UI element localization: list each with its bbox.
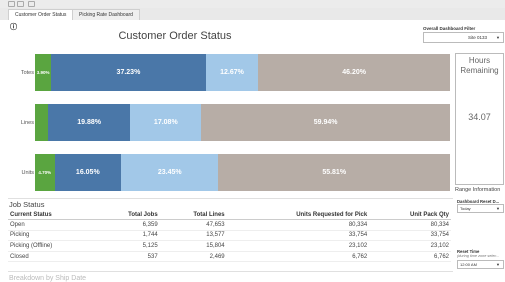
table-cell: 23,102: [226, 240, 370, 252]
table-row[interactable]: Closed 537 2,469 6,762 6,762: [8, 251, 451, 263]
column-header[interactable]: Total Lines: [159, 210, 227, 220]
table-cell: 33,754: [369, 230, 451, 242]
bar-segment[interactable]: 37.23%: [51, 54, 206, 91]
data-label: 3.90%: [36, 70, 50, 75]
filter-label: Overall Dashboard Filter: [423, 26, 476, 31]
page-title: Customer Order Status: [118, 30, 232, 42]
chevron-down-icon: ▼: [496, 262, 500, 267]
table-cell: 1,744: [95, 230, 160, 242]
bar-segment[interactable]: [35, 104, 48, 141]
bar-segment[interactable]: 16.05%: [54, 154, 122, 191]
table-cell: 15,804: [159, 240, 227, 252]
bar-segment[interactable]: 12.67%: [205, 54, 259, 91]
stacked-bar-chart: Totes 3.90% 37.23% 12.67% 46.20% Lines 19.88% 1…: [8, 53, 453, 196]
table-cell: 6,762: [369, 251, 451, 263]
table-cell: 5,125: [95, 240, 160, 252]
data-label: 37.23%: [116, 69, 141, 76]
column-header[interactable]: Total Jobs: [95, 210, 160, 220]
chevron-down-icon: ▼: [496, 206, 500, 211]
data-label: 59.94%: [313, 119, 338, 126]
section-title: Breakdown by Ship Date: [9, 275, 87, 282]
bar-segment[interactable]: 46.20%: [258, 54, 450, 91]
back-icon[interactable]: [8, 1, 15, 7]
table-row[interactable]: Picking (Offline) 5,125 15,804 23,102 23,102: [8, 240, 451, 252]
table-cell: Picking: [8, 230, 96, 242]
table-cell: 47,653: [159, 219, 227, 231]
reset-time-sublabel: (during time zone selec...: [457, 254, 500, 258]
table-row[interactable]: Open 6,359 47,653 80,334 80,334: [8, 219, 451, 231]
job-status-table: Current Status Total Jobs Total Lines Un…: [8, 210, 451, 263]
table-cell: 80,334: [226, 219, 370, 231]
reset-time-dropdown[interactable]: 12:00 AM ▼: [457, 260, 504, 269]
info-icon[interactable]: ⓘ: [10, 22, 17, 32]
data-label: 19.88%: [77, 119, 101, 126]
category-label-lines: Lines: [20, 120, 34, 126]
table-cell: 6,762: [226, 251, 370, 263]
bar-segment[interactable]: 23.45%: [121, 154, 219, 191]
column-header[interactable]: Units Requested for Pick: [226, 210, 370, 220]
table-cell: 33,754: [226, 230, 370, 242]
forward-icon[interactable]: [17, 1, 24, 7]
data-label: 55.81%: [322, 169, 347, 176]
category-label-units: Units: [21, 170, 34, 176]
hours-label-line2: Remaining: [460, 66, 499, 75]
table-header-row: Current Status Total Jobs Total Lines Un…: [8, 210, 451, 220]
hours-remaining-value: 34.07: [468, 112, 491, 122]
bar-segment[interactable]: 55.81%: [218, 154, 450, 191]
hours-remaining-label: Hours Remaining: [455, 56, 504, 76]
table-cell: 2,469: [159, 251, 227, 263]
hours-label-line1: Hours: [468, 56, 491, 65]
reset-date-value: Today: [460, 206, 471, 211]
table-cell: 80,334: [369, 219, 451, 231]
data-label: 16.05%: [75, 169, 100, 176]
divider: [8, 271, 453, 272]
site-filter-dropdown[interactable]: Site 0133 ▼: [423, 32, 504, 43]
category-label-totes: Totes: [20, 70, 34, 76]
bar-segment[interactable]: 59.94%: [201, 104, 450, 141]
data-label: 12.67%: [220, 69, 244, 76]
table-cell: Open: [8, 219, 96, 231]
chevron-down-icon: ▼: [496, 35, 500, 40]
data-label: 17.08%: [153, 119, 178, 126]
column-header[interactable]: Current Status: [8, 210, 96, 220]
bar-segment[interactable]: 4.70%: [35, 154, 55, 191]
divider: [8, 198, 453, 199]
table-cell: 23,102: [369, 240, 451, 252]
site-filter-value: Site 0133: [468, 35, 488, 40]
table-cell: 13,577: [159, 230, 227, 242]
table-row[interactable]: Picking 1,744 13,577 33,754 33,754: [8, 230, 451, 242]
data-label: 4.70%: [38, 170, 52, 175]
column-header[interactable]: Unit Pack Qty: [369, 210, 451, 220]
data-label: 46.20%: [342, 69, 366, 76]
bar-segment[interactable]: 3.90%: [35, 54, 52, 91]
table-cell: Picking (Offline): [8, 240, 96, 252]
table-cell: 6,359: [95, 219, 160, 231]
bar-segment[interactable]: 19.88%: [47, 104, 131, 141]
bar-segment[interactable]: 17.08%: [130, 104, 202, 141]
data-label: 23.45%: [157, 169, 182, 176]
table-cell: Closed: [8, 251, 96, 263]
reset-time-value: 12:00 AM: [460, 262, 477, 267]
refresh-icon[interactable]: [28, 1, 35, 7]
job-status-title: Job Status: [9, 200, 45, 209]
reset-date-dropdown[interactable]: Today ▼: [457, 204, 504, 213]
table-cell: 537: [95, 251, 160, 263]
range-information-label: Range Information: [455, 187, 501, 193]
